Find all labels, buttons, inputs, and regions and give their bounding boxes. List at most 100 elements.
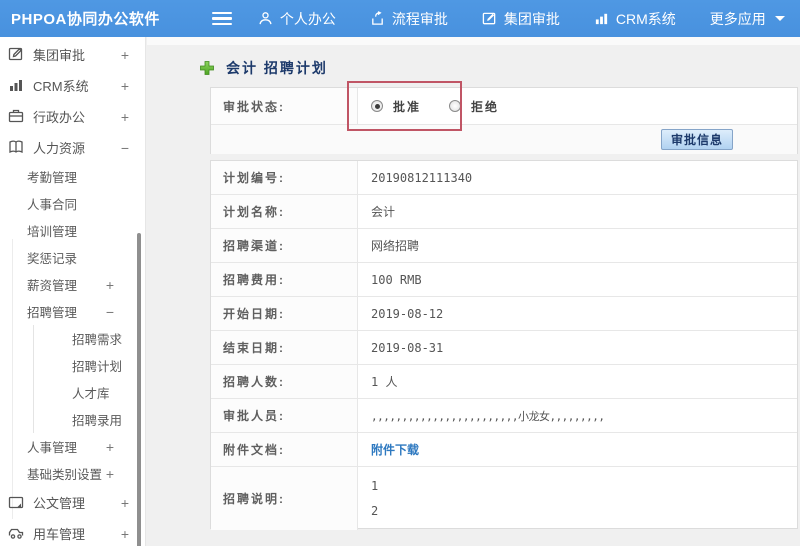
sidebar-item-recruit-hire[interactable]: 招聘录用 [33, 406, 145, 433]
approval-status-row: 审批状态: 批准 拒绝 [211, 88, 797, 125]
field-value-cell: ,,,,,,,,,,,,,,,,,,,,,,,,小龙女,,,,,,,,, [358, 399, 797, 432]
nav-label: 个人办公 [279, 10, 336, 27]
sidebar-label: 培训管理 [27, 225, 78, 239]
nav-group-approval[interactable]: 集团审批 [482, 9, 560, 29]
page-header: 会计 招聘计划 [199, 58, 328, 78]
approve-radio-label[interactable]: 批准 [393, 98, 421, 115]
sidebar-item-attendance[interactable]: 考勤管理 [0, 163, 145, 190]
sidebar-label: 用车管理 [33, 527, 86, 542]
sidebar-label: 招聘管理 [27, 306, 78, 320]
app-window: PHPOA协同办公软件 个人办公 流程审批 集团审批 CRM系统 更多应用 集团… [0, 0, 800, 546]
sidebar-label: 奖惩记录 [27, 252, 78, 266]
sidebar-item-recruit-plan[interactable]: 招聘计划 [33, 352, 145, 379]
expand-toggle[interactable]: − [121, 140, 129, 156]
approval-status-label: 审批状态: [223, 99, 285, 114]
bar-chart-icon [8, 77, 25, 94]
sidebar-item-talent-pool[interactable]: 人才库 [33, 379, 145, 406]
nav-label: CRM系统 [615, 10, 676, 27]
field-value-cell: 网络招聘 [358, 229, 797, 262]
expand-toggle[interactable]: − [106, 304, 114, 320]
field-value-cell: 附件下载 [358, 433, 797, 466]
sidebar-item-recruit-demand[interactable]: 招聘需求 [33, 325, 145, 352]
attachment-download-link[interactable]: 附件下载 [371, 441, 419, 458]
sidebar-item-crm[interactable]: CRM系统 + [0, 70, 145, 101]
field-label-cell: 审批状态: [211, 88, 358, 124]
sidebar-label: 招聘需求 [72, 333, 123, 347]
sidebar-item-training[interactable]: 培训管理 [0, 217, 145, 244]
field-value-cell: 20190812111340 [358, 161, 797, 194]
sidebar-item-human-resources[interactable]: 人力资源 − [0, 132, 145, 163]
expand-toggle[interactable]: + [121, 109, 129, 125]
field-label: 结束日期: [223, 341, 285, 355]
sidebar-label: 招聘计划 [72, 360, 123, 374]
top-bar: PHPOA协同办公软件 个人办公 流程审批 集团审批 CRM系统 更多应用 [0, 0, 800, 37]
expand-toggle[interactable]: + [106, 466, 114, 482]
field-label-cell: 计划名称: [211, 195, 358, 228]
share-icon [370, 11, 385, 26]
sidebar-item-base-category[interactable]: 基础类别设置 + [0, 460, 145, 487]
reject-radio-label[interactable]: 拒绝 [471, 98, 499, 115]
user-icon [258, 11, 273, 26]
table-row: 招聘说明: 1 2 [211, 467, 797, 530]
expand-toggle[interactable]: + [121, 495, 129, 511]
field-value-cell: 批准 拒绝 [358, 88, 797, 124]
expand-toggle[interactable]: + [106, 439, 114, 455]
menu-toggle-icon[interactable] [211, 11, 232, 26]
sidebar-label: 人事管理 [27, 441, 78, 455]
field-label-cell: 结束日期: [211, 331, 358, 364]
field-label-cell: 计划编号: [211, 161, 358, 194]
sidebar-item-admin-office[interactable]: 行政办公 + [0, 101, 145, 132]
sidebar-label: 招聘录用 [72, 414, 123, 428]
field-value: 2019-08-31 [371, 340, 444, 355]
sidebar-item-recruitment[interactable]: 招聘管理 − [0, 298, 145, 325]
field-label: 招聘渠道: [223, 239, 285, 253]
table-row: 附件文档: 附件下载 [211, 433, 797, 467]
field-value-cell: 100 RMB [358, 263, 797, 296]
expand-toggle[interactable]: + [121, 47, 129, 63]
field-label: 招聘说明: [223, 492, 285, 506]
field-label-cell: 开始日期: [211, 297, 358, 330]
app-logo: PHPOA协同办公软件 [11, 11, 160, 28]
approval-info-button[interactable]: 审批信息 [660, 129, 733, 150]
sidebar-item-document-mgmt[interactable]: 公文管理 + [0, 487, 145, 518]
recruit-plan-detail-table: 计划编号: 20190812111340 计划名称: 会计 招聘渠道: 网络招聘 [210, 160, 798, 530]
sidebar-item-salary[interactable]: 薪资管理 + [0, 271, 145, 298]
field-label-cell: 附件文档: [211, 433, 358, 466]
sidebar-item-rewards[interactable]: 奖惩记录 [0, 244, 145, 271]
sidebar-label: 人事合同 [27, 198, 78, 212]
page-title: 会计 招聘计划 [226, 60, 328, 76]
nav-workflow-approval[interactable]: 流程审批 [370, 9, 448, 29]
field-label-cell: 招聘说明: [211, 467, 358, 530]
field-value: 会计 [371, 205, 396, 219]
nav-crm-system[interactable]: CRM系统 [594, 9, 676, 29]
document-icon [8, 494, 25, 511]
nav-more-apps[interactable]: 更多应用 [710, 9, 785, 29]
sidebar-item-hr-contract[interactable]: 人事合同 [0, 190, 145, 217]
expand-toggle[interactable]: + [121, 78, 129, 94]
field-value: 1 人 [371, 375, 398, 389]
table-row: 结束日期: 2019-08-31 [211, 331, 797, 365]
reject-radio[interactable] [449, 100, 462, 112]
nav-label: 更多应用 [709, 10, 766, 27]
caret-down-icon [774, 16, 785, 21]
approve-radio[interactable] [371, 100, 383, 112]
field-value: 2019-08-12 [371, 306, 444, 321]
sidebar-item-group-approval[interactable]: 集团审批 + [0, 39, 145, 70]
field-value: 网络招聘 [371, 239, 420, 253]
field-value-cell: 会计 [358, 195, 797, 228]
field-label-cell: 审批人员: [211, 399, 358, 432]
sidebar-item-vehicle-mgmt[interactable]: 用车管理 + [0, 518, 145, 546]
edit-icon [8, 46, 25, 63]
field-label: 计划编号: [223, 171, 285, 185]
sidebar-label: 人力资源 [33, 141, 86, 156]
sidebar-item-personnel[interactable]: 人事管理 + [0, 433, 145, 460]
sidebar-scrollbar[interactable] [137, 233, 141, 546]
edit-icon [482, 11, 497, 26]
field-label: 附件文档: [223, 443, 285, 457]
expand-toggle[interactable]: + [121, 526, 129, 542]
field-value: 100 RMB [371, 272, 422, 287]
nav-personal-office[interactable]: 个人办公 [258, 9, 336, 29]
sidebar: 集团审批 + CRM系统 + 行政办公 + 人力资源 − 考勤管理 人事合同 培… [0, 37, 146, 546]
main-content: 会计 招聘计划 审批状态: 批准 拒绝 审批信息 计划编号: 201908121… [147, 37, 800, 546]
expand-toggle[interactable]: + [106, 277, 114, 293]
